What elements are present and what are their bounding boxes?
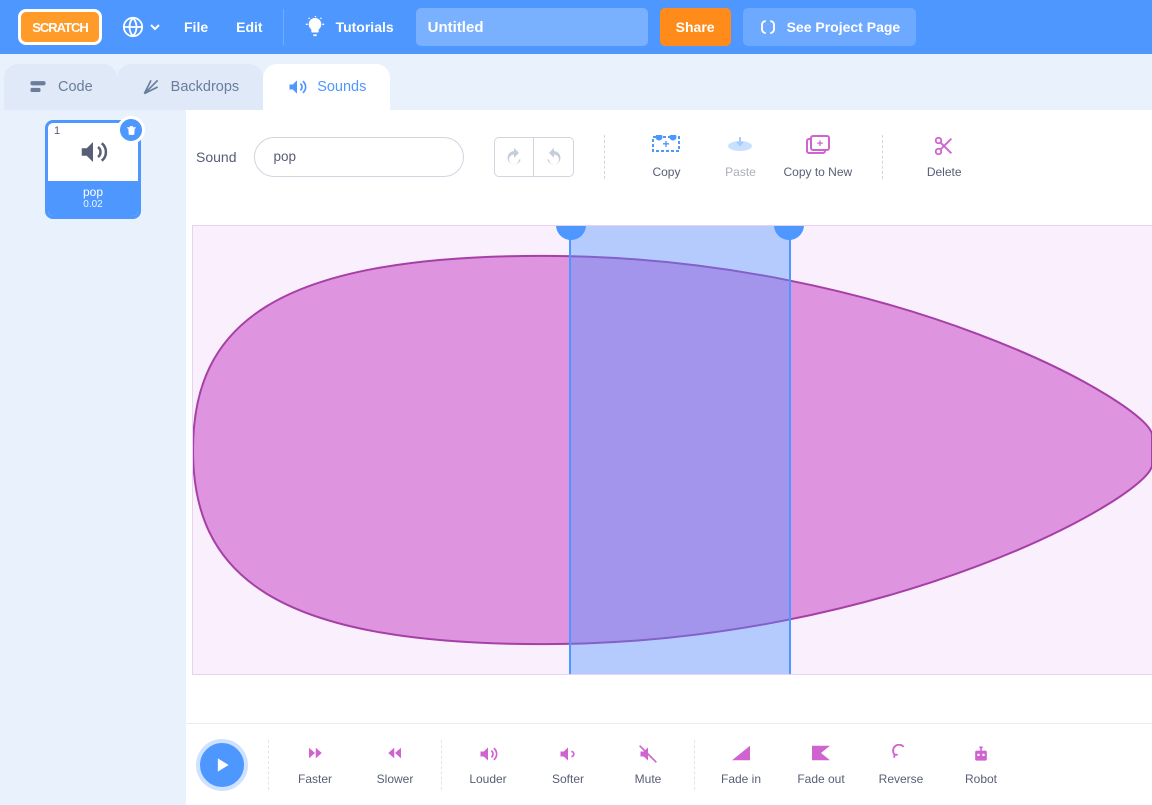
language-menu[interactable] <box>112 16 170 38</box>
separator <box>694 740 695 790</box>
reverse-label: Reverse <box>879 772 924 786</box>
see-project-label: See Project Page <box>787 19 901 35</box>
robot-label: Robot <box>965 772 997 786</box>
svg-text:+: + <box>817 138 823 150</box>
redo-button[interactable] <box>534 137 574 177</box>
slower-icon <box>383 744 407 762</box>
tab-backdrops-label: Backdrops <box>171 79 240 95</box>
sound-list-sidebar: 1 pop 0.02 <box>0 110 186 805</box>
copy-to-new-button[interactable]: + Copy to New <box>783 134 852 179</box>
sound-name-input[interactable] <box>254 137 464 177</box>
see-project-page-button[interactable]: See Project Page <box>743 8 917 46</box>
separator <box>604 135 605 179</box>
delete-button[interactable]: Delete <box>913 134 975 179</box>
sound-index: 1 <box>54 125 60 137</box>
robot-button[interactable]: Robot <box>945 744 1017 786</box>
sounds-icon <box>287 77 307 97</box>
sound-thumbnail[interactable]: 1 pop 0.02 <box>45 120 141 219</box>
tab-code-label: Code <box>58 79 93 95</box>
tab-sounds-label: Sounds <box>317 79 366 95</box>
scissors-icon <box>932 135 956 157</box>
scratch-logo[interactable]: SCRATCH <box>18 9 102 45</box>
chevron-down-icon <box>150 22 160 32</box>
fade-out-button[interactable]: Fade out <box>785 744 857 786</box>
separator <box>268 740 269 790</box>
file-menu[interactable]: File <box>170 0 222 54</box>
tab-code[interactable]: Code <box>4 64 117 110</box>
slower-button[interactable]: Slower <box>359 744 431 786</box>
softer-icon <box>558 744 578 764</box>
fade-in-icon <box>730 744 752 762</box>
reverse-button[interactable]: Reverse <box>865 744 937 786</box>
sound-name: pop <box>48 185 138 199</box>
trash-icon <box>125 124 138 137</box>
copy-to-new-icon: + <box>805 135 831 157</box>
mute-label: Mute <box>635 772 662 786</box>
menubar: SCRATCH File Edit Tutorials Share See Pr… <box>0 0 1152 54</box>
community-icon <box>759 18 777 36</box>
paste-button: Paste <box>709 134 771 179</box>
editor-toolbar: Sound + Copy Paste + Copy to N <box>186 110 1152 195</box>
effects-bar: Faster Slower Louder Softer Mute <box>186 723 1152 805</box>
lightbulb-icon <box>304 16 326 38</box>
sound-duration: 0.02 <box>48 199 138 210</box>
copy-button[interactable]: + Copy <box>635 134 697 179</box>
separator <box>441 740 442 790</box>
faster-label: Faster <box>298 772 332 786</box>
undo-icon <box>504 147 524 167</box>
mute-icon <box>637 744 659 764</box>
robot-icon <box>971 744 991 764</box>
delete-label: Delete <box>927 165 962 179</box>
sound-editor: Sound + Copy Paste + Copy to N <box>186 110 1152 805</box>
louder-label: Louder <box>469 772 506 786</box>
separator <box>882 135 883 179</box>
play-icon <box>212 755 232 775</box>
svg-text:+: + <box>663 137 670 151</box>
paste-label: Paste <box>725 165 756 179</box>
fade-out-icon <box>810 744 832 762</box>
softer-label: Softer <box>552 772 584 786</box>
separator <box>283 9 284 45</box>
faster-button[interactable]: Faster <box>279 744 351 786</box>
slower-label: Slower <box>377 772 414 786</box>
reverse-icon <box>890 744 912 762</box>
softer-button[interactable]: Softer <box>532 744 604 786</box>
copy-to-new-label: Copy to New <box>783 165 852 179</box>
tutorials-button[interactable]: Tutorials <box>290 16 408 38</box>
play-button[interactable] <box>196 739 248 791</box>
workspace: 1 pop 0.02 Sound + <box>0 110 1152 805</box>
fade-in-label: Fade in <box>721 772 761 786</box>
speaker-icon <box>78 137 108 167</box>
backdrops-icon <box>141 77 161 97</box>
faster-icon <box>303 744 327 762</box>
tutorials-label: Tutorials <box>336 19 394 35</box>
redo-icon <box>544 147 564 167</box>
waveform-area[interactable] <box>186 195 1152 723</box>
globe-icon <box>122 16 144 38</box>
waveform-canvas[interactable] <box>192 225 1152 675</box>
project-name-input[interactable] <box>416 8 648 46</box>
sound-label: Sound <box>196 149 236 165</box>
paste-icon <box>727 135 753 157</box>
louder-icon <box>477 744 499 764</box>
fade-out-label: Fade out <box>797 772 844 786</box>
tab-sounds[interactable]: Sounds <box>263 64 390 110</box>
mute-button[interactable]: Mute <box>612 744 684 786</box>
delete-sound-button[interactable] <box>117 116 145 144</box>
copy-icon: + <box>651 135 681 157</box>
edit-menu[interactable]: Edit <box>222 0 276 54</box>
louder-button[interactable]: Louder <box>452 744 524 786</box>
share-button[interactable]: Share <box>660 8 731 46</box>
undo-button[interactable] <box>494 137 534 177</box>
fade-in-button[interactable]: Fade in <box>705 744 777 786</box>
code-icon <box>28 77 48 97</box>
tab-bar: Code Backdrops Sounds <box>0 54 1152 110</box>
copy-label: Copy <box>652 165 680 179</box>
tab-backdrops[interactable]: Backdrops <box>117 64 264 110</box>
selection-region[interactable] <box>569 225 791 675</box>
